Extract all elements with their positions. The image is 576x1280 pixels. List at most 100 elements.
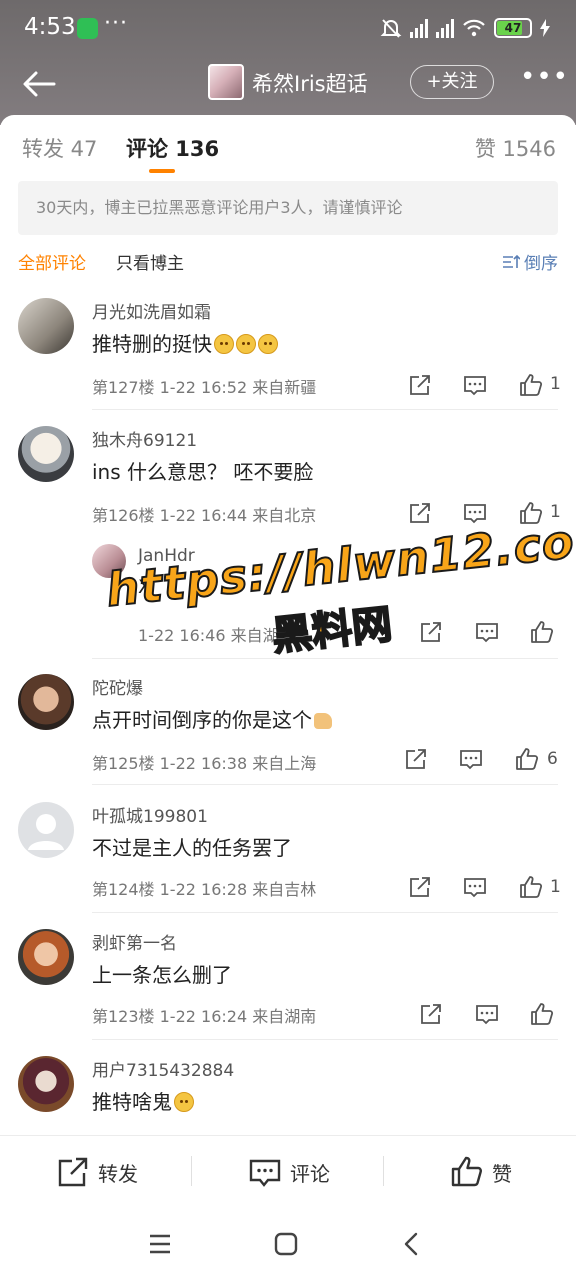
comment-username[interactable]: 陀砣爆 — [92, 674, 143, 699]
comment-username[interactable]: 剥虾第一名 — [92, 929, 177, 954]
comment-item: 剥虾第一名 上一条怎么删了 第123楼 1-22 16:24 来自湖南 — [0, 929, 576, 1041]
like-icon[interactable] — [518, 874, 544, 900]
comment-icon — [249, 1159, 281, 1187]
comment-username[interactable]: 叶孤城199801 — [92, 802, 208, 827]
filter-all-comments[interactable]: 全部评论 — [18, 249, 86, 274]
share-icon[interactable] — [403, 746, 429, 772]
like-count: 1 — [550, 374, 561, 394]
comment-meta: 第126楼 1-22 16:44 来自北京 — [92, 506, 317, 525]
tab-comments[interactable]: 评论 136 — [126, 133, 219, 163]
comment-text-body: 推特删的挺快 — [92, 332, 212, 356]
signal-icon-2 — [436, 18, 454, 38]
reply-share-icon[interactable] — [418, 619, 444, 645]
filter-author-only[interactable]: 只看博主 — [116, 249, 184, 274]
share-icon[interactable] — [407, 874, 433, 900]
comment-button[interactable]: 评论 — [248, 1154, 330, 1190]
user-avatar[interactable] — [18, 1056, 74, 1112]
comment-text: ins 什么意思？ 呸不要脸 — [92, 460, 314, 484]
share-icon[interactable] — [407, 372, 433, 398]
charging-icon — [540, 19, 550, 37]
sort-toggle[interactable]: 倒序 — [502, 249, 558, 274]
user-avatar[interactable] — [18, 298, 74, 354]
reply-username[interactable]: JanHdr — [138, 546, 195, 566]
reply-meta: 1-22 16:46 来自湖 — [138, 626, 279, 645]
topic-avatar[interactable] — [208, 64, 244, 100]
comment-text-body: 点开时间倒序的你是这个 — [92, 708, 312, 732]
system-navigation-bar — [0, 1207, 576, 1280]
wifi-icon — [463, 19, 485, 37]
divider — [92, 409, 558, 410]
status-time: 4:53 — [24, 14, 76, 40]
default-avatar-icon — [28, 814, 64, 850]
like-count: 6 — [547, 749, 558, 769]
comment-icon[interactable] — [462, 372, 488, 398]
back-icon[interactable] — [399, 1231, 425, 1257]
comment-username[interactable]: 独木舟69121 — [92, 426, 197, 451]
tab-repost[interactable]: 转发 47 — [22, 133, 97, 163]
emoji-icon — [258, 334, 278, 354]
thumbs-up-emoji-icon — [314, 713, 332, 729]
like-count: 1 — [550, 502, 561, 522]
repost-label: 转发 — [98, 1161, 138, 1186]
back-arrow-icon[interactable] — [20, 64, 60, 104]
like-icon[interactable] — [518, 372, 544, 398]
signal-icon-1 — [410, 18, 428, 38]
comment-item: 叶孤城199801 不过是主人的任务罢了 第124楼 1-22 16:28 来自… — [0, 802, 576, 914]
more-options-icon[interactable]: ••• — [520, 62, 569, 92]
comment-meta: 第123楼 1-22 16:24 来自湖南 — [92, 1007, 317, 1026]
home-icon[interactable] — [273, 1231, 299, 1257]
battery-icon: 47 — [494, 18, 532, 38]
user-avatar[interactable] — [18, 674, 74, 730]
comment-item: 用户7315432884 推特啥鬼 — [0, 1056, 576, 1134]
like-icon[interactable] — [518, 500, 544, 526]
recent-apps-icon[interactable] — [147, 1231, 173, 1257]
separator — [383, 1156, 384, 1186]
comment-icon[interactable] — [462, 500, 488, 526]
tab-likes[interactable]: 赞 1546 — [475, 133, 556, 163]
status-bar: 4:53 ··· 47 — [0, 0, 576, 58]
user-avatar[interactable] — [18, 426, 74, 482]
comment-meta: 第124楼 1-22 16:28 来自吉林 — [92, 880, 317, 899]
reply-like-icon[interactable] — [529, 619, 555, 645]
user-avatar[interactable] — [18, 929, 74, 985]
comment-text: 推特删的挺快 — [92, 328, 278, 357]
comment-label: 评论 — [290, 1161, 330, 1186]
nav-bar: 希然Iris超话 +关注 ••• — [0, 58, 576, 108]
comment-icon[interactable] — [474, 1001, 500, 1027]
repost-icon — [58, 1157, 88, 1187]
emoji-icon — [236, 334, 256, 354]
emoji-icon — [214, 334, 234, 354]
follow-button[interactable]: +关注 — [410, 65, 494, 99]
share-icon[interactable] — [407, 500, 433, 526]
comment-icon[interactable] — [458, 746, 484, 772]
more-notifications-icon: ··· — [104, 11, 128, 36]
comment-username[interactable]: 用户7315432884 — [92, 1056, 234, 1081]
comment-item: 陀砣爆 点开时间倒序的你是这个 第125楼 1-22 16:38 来自上海 6 — [0, 674, 576, 786]
top-header-area: 4:53 ··· 47 希然Iris超话 +关注 ••• — [0, 0, 576, 125]
like-label: 赞 — [492, 1161, 512, 1186]
reply-user-avatar[interactable] — [92, 544, 126, 578]
comment-filters: 全部评论 只看博主 倒序 — [0, 245, 576, 285]
like-icon[interactable] — [529, 1001, 555, 1027]
bottom-action-bar: 转发 评论 赞 — [0, 1135, 576, 1207]
tab-bar: 转发 47 评论 136 赞 1546 — [0, 115, 576, 179]
reply-comment-icon[interactable] — [474, 619, 500, 645]
divider — [92, 658, 558, 659]
reply-text: X — [138, 576, 152, 598]
emoji-icon — [174, 1092, 194, 1112]
topic-title[interactable]: 希然Iris超话 — [252, 68, 368, 98]
divider — [92, 784, 558, 785]
like-button[interactable]: 赞 — [450, 1154, 512, 1190]
comment-item: 独木舟69121 ins 什么意思？ 呸不要脸 第126楼 1-22 16:44… — [0, 426, 576, 659]
repost-button[interactable]: 转发 — [56, 1154, 138, 1190]
share-icon[interactable] — [418, 1001, 444, 1027]
comment-icon[interactable] — [462, 874, 488, 900]
status-icons: 47 — [380, 17, 550, 39]
user-avatar[interactable] — [18, 802, 74, 858]
comment-meta: 第127楼 1-22 16:52 来自新疆 — [92, 378, 317, 397]
like-icon[interactable] — [514, 746, 540, 772]
active-tab-indicator — [149, 169, 175, 173]
like-icon — [451, 1156, 482, 1187]
comment-username[interactable]: 月光如洗眉如霜 — [92, 298, 211, 323]
like-count: 1 — [550, 877, 561, 897]
